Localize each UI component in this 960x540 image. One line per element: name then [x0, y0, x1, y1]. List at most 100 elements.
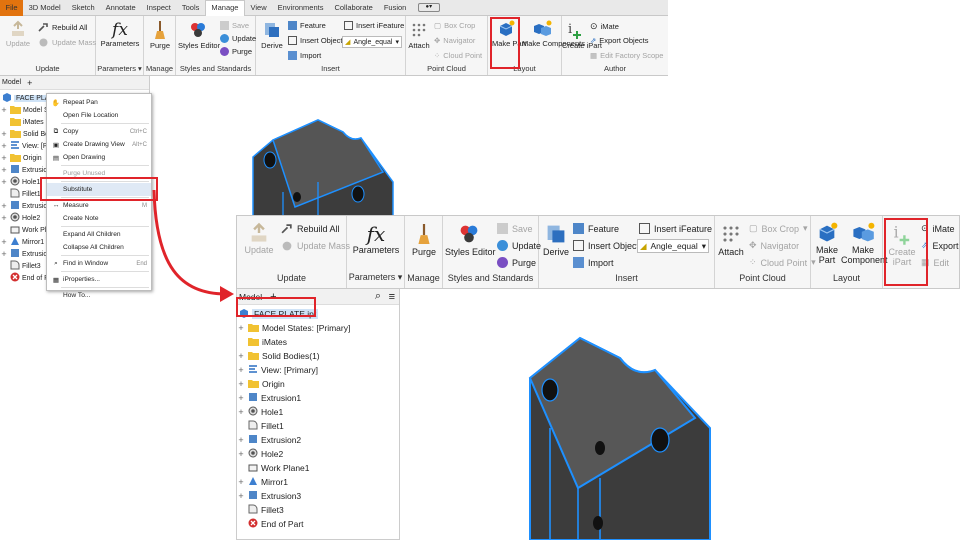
- make-part-button-large[interactable]: Make Part: [813, 222, 841, 265]
- menu-item-find-in-window[interactable]: ⌕ Find in Window End: [47, 257, 151, 270]
- expand-icon[interactable]: +: [237, 351, 245, 361]
- import-button-large[interactable]: Import: [573, 257, 614, 268]
- tree-item[interactable]: + Mirror1: [237, 475, 288, 489]
- save-style-button[interactable]: Save: [220, 21, 249, 30]
- tree-item[interactable]: + Solid Bodies(1): [237, 349, 319, 363]
- tree-item[interactable]: Fillet1: [0, 188, 41, 200]
- feature-button-large[interactable]: Feature: [573, 223, 619, 234]
- menu-item-how-to[interactable]: How To...: [47, 289, 151, 302]
- tree-item[interactable]: Fillet3: [0, 260, 41, 272]
- purge-button-large[interactable]: Purge: [407, 222, 441, 258]
- purge-style-button[interactable]: Purge: [220, 47, 252, 56]
- attach-button-large[interactable]: Attach: [715, 222, 747, 258]
- tree-item[interactable]: End of Pa: [0, 272, 53, 284]
- feature-button[interactable]: Feature: [288, 21, 326, 30]
- expand-icon[interactable]: +: [0, 141, 8, 151]
- tree-item[interactable]: + Extrusion1: [237, 391, 301, 405]
- tab-tools[interactable]: Tools: [176, 3, 205, 12]
- expand-icon[interactable]: +: [237, 407, 245, 417]
- navigator-button-large[interactable]: ✥ Navigator: [749, 240, 799, 251]
- insert-ifeature-button-large[interactable]: Insert iFeature: [639, 223, 712, 234]
- tree-item[interactable]: + Origin: [237, 377, 284, 391]
- expand-icon[interactable]: +: [0, 165, 8, 175]
- box-crop-button-large[interactable]: ▢ Box Crop ▾: [749, 223, 808, 234]
- update-style-button[interactable]: Update: [220, 34, 256, 43]
- tree-item[interactable]: + Extrusion: [0, 248, 51, 260]
- angle-equal-select[interactable]: ◢ Angle_equal ▾: [342, 36, 402, 48]
- tree-item[interactable]: + Extrusion3: [237, 489, 301, 503]
- derive-button[interactable]: Derive: [258, 20, 286, 50]
- tree-item[interactable]: iMates: [0, 116, 44, 128]
- parameters-panel-label-large[interactable]: Parameters ▾: [347, 272, 404, 283]
- update-button[interactable]: Update: [4, 20, 32, 48]
- insert-object-button[interactable]: Insert Object: [288, 36, 343, 45]
- tab-sketch[interactable]: Sketch: [66, 3, 100, 12]
- tree-item[interactable]: + View: [Pri: [0, 140, 51, 152]
- tree-item[interactable]: End of Part: [237, 517, 304, 531]
- tree-item[interactable]: + Mirror1: [0, 236, 44, 248]
- rebuild-all-button-large[interactable]: Rebuild All: [281, 223, 340, 235]
- menu-item-collapse-all-children[interactable]: Collapse All Children: [47, 241, 151, 254]
- tab-environments[interactable]: Environments: [272, 3, 329, 12]
- export-objects-button[interactable]: ⇗ Export Objects: [590, 36, 648, 45]
- insert-ifeature-button[interactable]: Insert iFeature: [344, 21, 404, 30]
- tree-item[interactable]: + Extrusion: [0, 200, 51, 212]
- angle-equal-select-large[interactable]: ◢ Angle_equal ▾: [637, 239, 709, 253]
- menu-item-copy[interactable]: ⧉ Copy Ctrl+C: [47, 125, 151, 138]
- attach-button[interactable]: Attach: [406, 20, 432, 50]
- parameters-button[interactable]: fx Parameters: [100, 20, 140, 48]
- tab-fusion[interactable]: Fusion: [378, 3, 412, 12]
- imate-button[interactable]: ⊙ iMate: [590, 21, 619, 32]
- parameters-panel-label[interactable]: Parameters ▾: [96, 64, 143, 73]
- expand-icon[interactable]: +: [0, 249, 8, 259]
- rebuild-all-button[interactable]: Rebuild All: [38, 22, 87, 33]
- parameters-button-large[interactable]: fx Parameters: [351, 222, 401, 255]
- tree-item[interactable]: Fillet3: [237, 503, 284, 517]
- menu-item-open-file-location[interactable]: Open File Location: [47, 109, 151, 122]
- cloud-point-button[interactable]: ⁘ Cloud Point: [434, 51, 482, 60]
- expand-icon[interactable]: +: [0, 153, 8, 163]
- insert-object-button-large[interactable]: Insert Object: [573, 240, 639, 251]
- expand-icon[interactable]: +: [0, 237, 8, 247]
- create-ipart-button[interactable]: i Create iPart: [562, 20, 602, 50]
- expand-icon[interactable]: +: [237, 491, 245, 501]
- expand-icon[interactable]: +: [0, 201, 8, 211]
- update-mass-button-large[interactable]: Update Mass: [281, 240, 350, 252]
- tree-item[interactable]: Fillet1: [237, 419, 284, 433]
- box-crop-button[interactable]: ▢ Box Crop: [434, 21, 475, 30]
- expand-icon[interactable]: +: [0, 105, 8, 115]
- tree-item[interactable]: + View: [Primary]: [237, 363, 318, 377]
- tree-item[interactable]: + Origin: [0, 152, 41, 164]
- app-options-icon[interactable]: ●▾: [417, 3, 440, 12]
- expand-icon[interactable]: +: [0, 213, 8, 223]
- tree-item[interactable]: iMates: [237, 335, 287, 349]
- expand-icon[interactable]: +: [237, 449, 245, 459]
- tree-item[interactable]: + Hole2: [0, 212, 40, 224]
- expand-icon[interactable]: +: [237, 365, 245, 375]
- purge-button[interactable]: Purge: [146, 20, 174, 50]
- menu-item-iproperties[interactable]: ▦ iProperties...: [47, 273, 151, 286]
- tree-item[interactable]: + Model States: [Primary]: [237, 321, 350, 335]
- tab-file[interactable]: File: [0, 0, 24, 16]
- edit-factory-scope-button[interactable]: ▦ Edit Factory Scope: [590, 51, 663, 60]
- tab-manage[interactable]: Manage: [204, 0, 245, 16]
- tree-item[interactable]: + Hole1: [0, 176, 40, 188]
- derive-button-large[interactable]: Derive: [541, 222, 571, 258]
- cloud-point-button-large[interactable]: ⁘ Cloud Point ▾: [749, 257, 816, 268]
- expand-icon[interactable]: +: [0, 129, 8, 139]
- face-plate-model-top[interactable]: [243, 112, 403, 222]
- expand-icon[interactable]: +: [237, 477, 245, 487]
- expand-icon[interactable]: +: [237, 435, 245, 445]
- make-components-button[interactable]: Make Components: [522, 20, 585, 48]
- purge-style-button-large[interactable]: Purge: [497, 257, 536, 268]
- face-plate-model-bottom[interactable]: [520, 318, 760, 540]
- tree-item[interactable]: Work Plane1: [237, 461, 310, 475]
- tab-3d-model[interactable]: 3D Model: [23, 3, 66, 12]
- tree-item[interactable]: + Extrusion: [0, 164, 51, 176]
- update-button-large[interactable]: Update: [241, 222, 277, 256]
- search-icon[interactable]: ⌕: [375, 290, 381, 303]
- menu-item-open-drawing[interactable]: ▤ Open Drawing: [47, 151, 151, 164]
- expand-icon[interactable]: +: [237, 379, 245, 389]
- expand-icon[interactable]: +: [237, 323, 245, 333]
- tree-item[interactable]: + Extrusion2: [237, 433, 301, 447]
